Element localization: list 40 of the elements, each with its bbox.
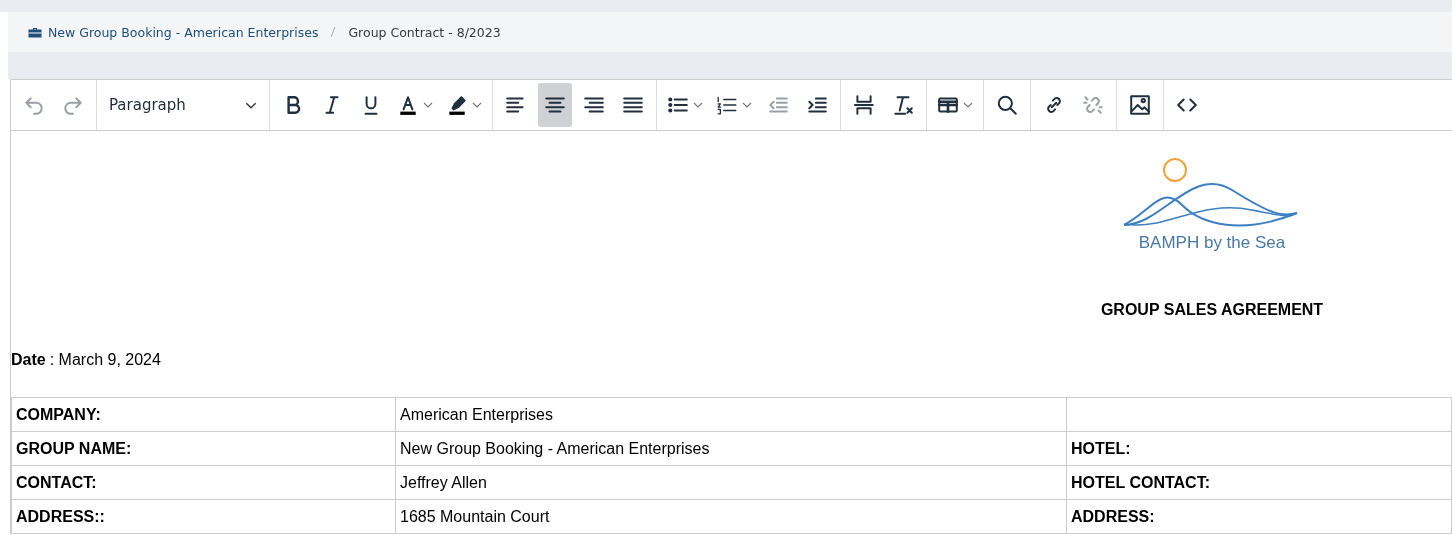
- indent-icon: [806, 94, 828, 116]
- table-cell: GROUP NAME:: [11, 431, 396, 466]
- table-cell: COMPANY:: [11, 397, 396, 432]
- table-cell: ADDRESS::: [11, 499, 396, 534]
- table-cell: Jeffrey Allen: [395, 465, 1067, 500]
- separator-icon: [330, 26, 337, 38]
- table-cell: ADDRESS:: [1066, 499, 1452, 534]
- bullet-list-icon: [667, 94, 689, 116]
- clear-format-icon: [892, 94, 914, 116]
- align-left-icon: [505, 94, 527, 116]
- text-color-icon: [397, 94, 419, 116]
- align-right-icon: [583, 94, 605, 116]
- date-text: : March 9, 2024: [49, 351, 161, 370]
- table-cell: HOTEL:: [1066, 431, 1452, 466]
- outdent-icon: [767, 94, 789, 116]
- table-cell: New Group Booking - American Enterprises: [395, 431, 1067, 466]
- breadcrumb-link[interactable]: New Group Booking - American Enterprises: [48, 24, 319, 40]
- align-center-icon: [544, 94, 566, 116]
- page-break-icon: [853, 94, 875, 116]
- image-icon: [1129, 94, 1151, 116]
- broken-link-icon: [1082, 94, 1104, 116]
- table-cell: CONTACT:: [11, 465, 396, 500]
- date-label: Date: [11, 351, 46, 370]
- table-cell: American Enterprises: [395, 397, 1067, 432]
- justify-icon: [622, 94, 644, 116]
- table-cell: 1685 Mountain Court: [395, 499, 1067, 534]
- numbered-list-icon: [716, 94, 738, 116]
- table-cell: HOTEL CONTACT:: [1066, 465, 1452, 500]
- briefcase-icon: [28, 26, 42, 38]
- block-format-dropdown[interactable]: Paragraph: [103, 83, 263, 127]
- highlighter-icon: [446, 94, 468, 116]
- logo-text: BAMPH by the Sea: [1138, 233, 1286, 253]
- table-icon: [937, 94, 959, 116]
- align-center-button[interactable]: [538, 83, 572, 127]
- breadcrumb-current: Group Contract - 8/2023: [348, 24, 501, 40]
- caret-icon: [245, 101, 257, 109]
- undo-icon: [23, 94, 45, 116]
- document-title: GROUP SALES AGREEMENT: [1100, 301, 1324, 319]
- redo-icon: [62, 94, 84, 116]
- search-icon: [996, 94, 1018, 116]
